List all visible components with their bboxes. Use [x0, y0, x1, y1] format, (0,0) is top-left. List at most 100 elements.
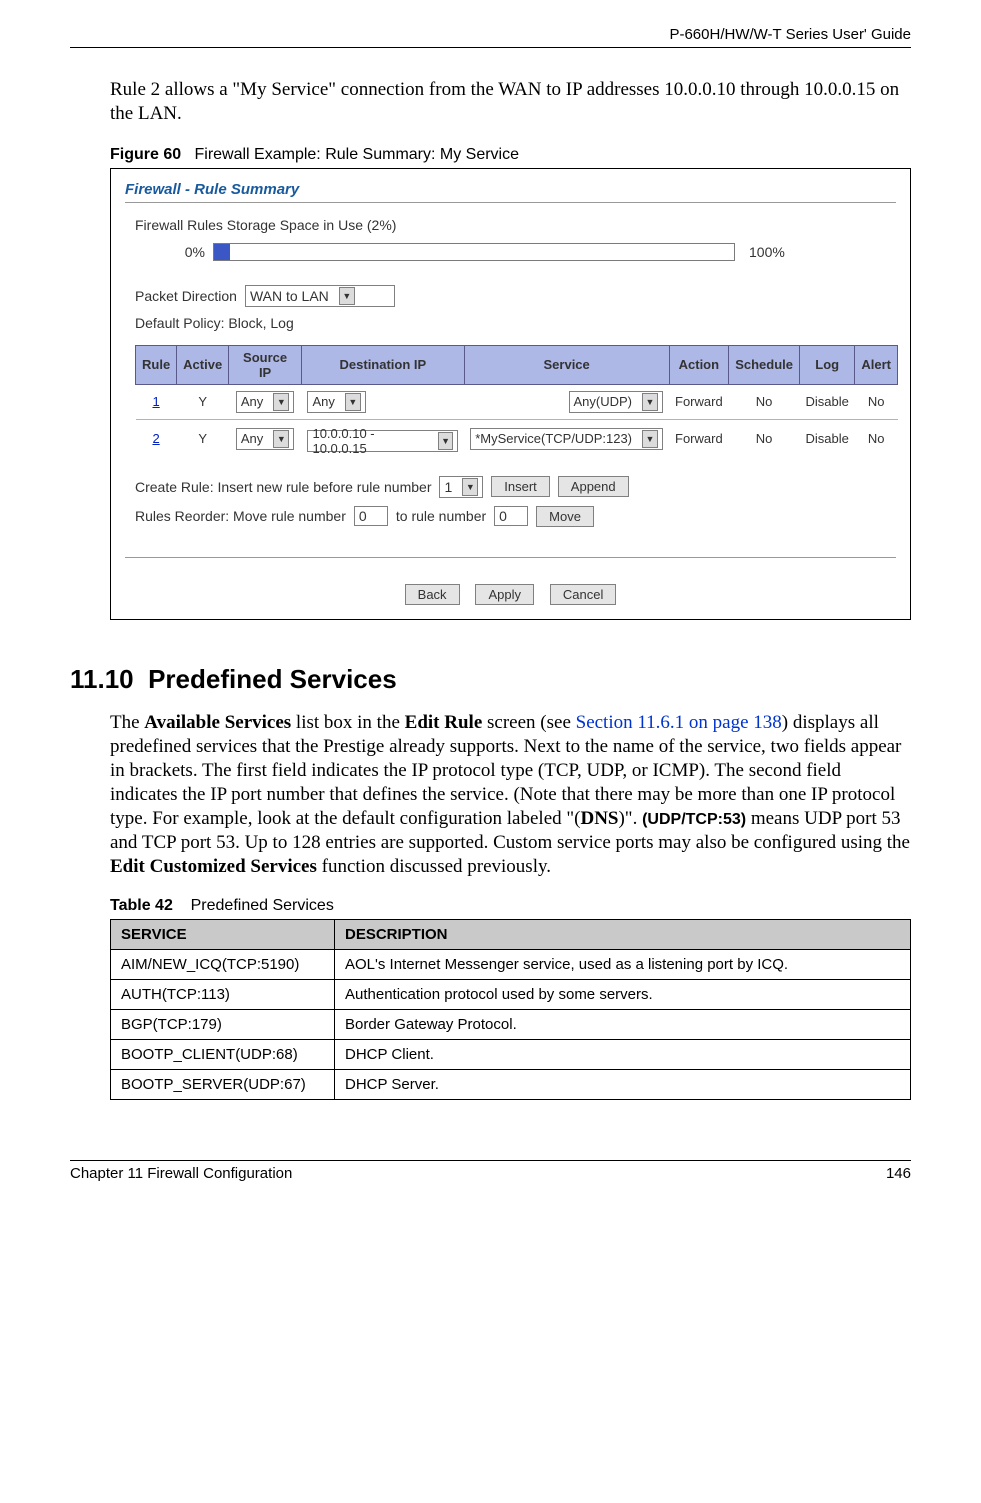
- packet-direction-select[interactable]: WAN to LAN ▼: [245, 285, 395, 307]
- dest-select[interactable]: Any ▼: [307, 391, 365, 413]
- panel-divider-bottom: [125, 557, 896, 558]
- insert-button[interactable]: Insert: [491, 476, 550, 497]
- source-select[interactable]: Any ▼: [236, 428, 294, 450]
- service-cell: AIM/NEW_ICQ(TCP:5190): [111, 950, 335, 980]
- reorder-from-input[interactable]: 0: [354, 506, 388, 526]
- col-active: Active: [177, 345, 229, 384]
- col-service: Service: [464, 345, 669, 384]
- section-number: 11.10: [70, 664, 134, 694]
- col-dest: Destination IP: [301, 345, 464, 384]
- service-value: Any(UDP): [574, 394, 639, 409]
- dest-value: Any: [312, 394, 340, 409]
- section-heading: 11.10 Predefined Services: [70, 664, 911, 695]
- cell-log: Disable: [800, 384, 855, 419]
- service-cell: BGP(TCP:179): [111, 1010, 335, 1040]
- packet-direction-label: Packet Direction: [135, 288, 237, 304]
- table-row: 2 Y Any ▼ 10.0.0.10 - 10.0.0.15 ▼: [136, 419, 898, 458]
- service-select[interactable]: Any(UDP) ▼: [569, 391, 664, 413]
- bold-text: Edit Rule: [405, 712, 483, 733]
- cell-active: Y: [177, 384, 229, 419]
- col-rule: Rule: [136, 345, 177, 384]
- col-source: Source IP: [229, 345, 302, 384]
- storage-bar: [213, 243, 735, 261]
- services-table: SERVICE DESCRIPTION AIM/NEW_ICQ(TCP:5190…: [110, 919, 911, 1100]
- packet-direction-row: Packet Direction WAN to LAN ▼: [135, 285, 902, 307]
- chevron-down-icon: ▼: [462, 478, 478, 496]
- section-crossref-link[interactable]: Section 11.6.1 on page 138: [576, 712, 782, 733]
- storage-bar-fill: [214, 244, 230, 260]
- col-service: SERVICE: [111, 920, 335, 950]
- intro-paragraph: Rule 2 allows a "My Service" connection …: [110, 78, 911, 126]
- col-alert: Alert: [855, 345, 898, 384]
- source-select[interactable]: Any ▼: [236, 391, 294, 413]
- storage-pct-right: 100%: [749, 244, 785, 260]
- description-cell: Authentication protocol used by some ser…: [335, 980, 911, 1010]
- table-row: AUTH(TCP:113) Authentication protocol us…: [111, 980, 911, 1010]
- service-cell: AUTH(TCP:113): [111, 980, 335, 1010]
- col-action: Action: [669, 345, 729, 384]
- move-button[interactable]: Move: [536, 506, 594, 527]
- table-title: Predefined Services: [191, 897, 334, 914]
- reorder-to-input[interactable]: 0: [494, 506, 528, 526]
- apply-button[interactable]: Apply: [475, 584, 534, 605]
- col-description: DESCRIPTION: [335, 920, 911, 950]
- small-bold-text: (UDP/TCP:53): [642, 811, 746, 828]
- description-cell: AOL's Internet Messenger service, used a…: [335, 950, 911, 980]
- cell-alert: No: [855, 419, 898, 458]
- source-value: Any: [241, 394, 269, 409]
- reorder-row: Rules Reorder: Move rule number 0 to rul…: [135, 506, 902, 527]
- services-header-row: SERVICE DESCRIPTION: [111, 920, 911, 950]
- description-cell: DHCP Server.: [335, 1070, 911, 1100]
- text: function discussed previously.: [317, 856, 551, 877]
- cancel-button[interactable]: Cancel: [550, 584, 616, 605]
- cell-schedule: No: [729, 419, 800, 458]
- reorder-label-left: Rules Reorder: Move rule number: [135, 508, 346, 524]
- packet-direction-value: WAN to LAN: [250, 288, 335, 304]
- footer-right: 146: [886, 1165, 911, 1182]
- figure-caption: Figure 60 Firewall Example: Rule Summary…: [110, 146, 911, 164]
- chevron-down-icon: ▼: [273, 393, 289, 411]
- create-rule-row: Create Rule: Insert new rule before rule…: [135, 476, 902, 498]
- text: )".: [618, 808, 642, 829]
- service-value: *MyService(TCP/UDP:123): [475, 431, 638, 446]
- rule-link-2[interactable]: 2: [152, 431, 159, 446]
- default-policy: Default Policy: Block, Log: [135, 315, 902, 331]
- table-row: BGP(TCP:179) Border Gateway Protocol.: [111, 1010, 911, 1040]
- cell-alert: No: [855, 384, 898, 419]
- chevron-down-icon: ▼: [642, 430, 658, 448]
- bold-text: Available Services: [144, 712, 291, 733]
- panel-button-row: Back Apply Cancel: [119, 584, 902, 605]
- section-title: Predefined Services: [148, 664, 397, 694]
- reorder-label-mid: to rule number: [396, 508, 486, 524]
- append-button[interactable]: Append: [558, 476, 629, 497]
- panel-title: Firewall - Rule Summary: [125, 181, 902, 198]
- cell-action: Forward: [669, 419, 729, 458]
- description-cell: DHCP Client.: [335, 1040, 911, 1070]
- chevron-down-icon: ▼: [438, 432, 453, 450]
- bold-text: DNS: [580, 808, 618, 829]
- service-cell: BOOTP_SERVER(UDP:67): [111, 1070, 335, 1100]
- table-caption: Table 42 Predefined Services: [110, 897, 911, 915]
- create-rule-number[interactable]: 1 ▼: [439, 476, 483, 498]
- service-cell: BOOTP_CLIENT(UDP:68): [111, 1040, 335, 1070]
- running-header: P-660H/HW/W-T Series User' Guide: [70, 26, 911, 43]
- predefined-paragraph: The Available Services list box in the E…: [110, 711, 911, 880]
- dest-select[interactable]: 10.0.0.10 - 10.0.0.15 ▼: [307, 430, 458, 452]
- cell-action: Forward: [669, 384, 729, 419]
- page-footer: Chapter 11 Firewall Configuration 146: [70, 1160, 911, 1182]
- create-rule-label: Create Rule: Insert new rule before rule…: [135, 479, 431, 495]
- col-schedule: Schedule: [729, 345, 800, 384]
- table-row: BOOTP_CLIENT(UDP:68) DHCP Client.: [111, 1040, 911, 1070]
- chevron-down-icon: ▼: [345, 393, 361, 411]
- dest-value: 10.0.0.10 - 10.0.0.15: [312, 426, 433, 456]
- chevron-down-icon: ▼: [642, 393, 658, 411]
- back-button[interactable]: Back: [405, 584, 460, 605]
- storage-pct-left: 0%: [165, 244, 205, 260]
- rule-link-1[interactable]: 1: [152, 394, 159, 409]
- service-select[interactable]: *MyService(TCP/UDP:123) ▼: [470, 428, 663, 450]
- text: The: [110, 712, 144, 733]
- figure-label: Figure 60: [110, 146, 181, 163]
- text: screen (see: [482, 712, 575, 733]
- panel-divider: [125, 202, 896, 203]
- description-cell: Border Gateway Protocol.: [335, 1010, 911, 1040]
